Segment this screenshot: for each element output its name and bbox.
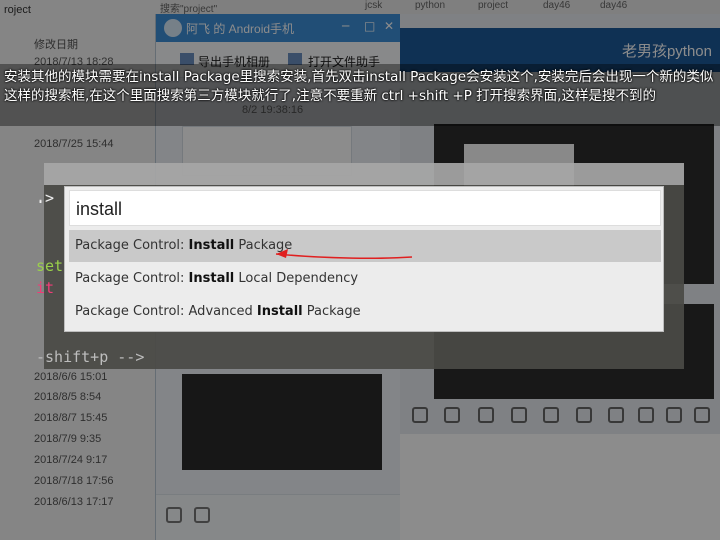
item-suffix: Local Dependency [234,271,359,286]
command-palette: install Package Control: Install Package… [64,186,664,332]
command-palette-input[interactable]: install [69,190,661,226]
item-match: Install [256,304,303,319]
palette-item-install-package[interactable]: Package Control: Install Package [69,230,661,262]
code-text: set [36,257,64,275]
palette-item-advanced-install-package[interactable]: Package Control: Advanced Install Packag… [69,296,661,328]
item-match: Install [188,238,235,253]
item-prefix: Package Control: [75,238,189,253]
code-line: it [36,279,54,297]
item-suffix: Package [234,238,293,253]
annotation-text: 安装其他的模块需要在install Package里搜索安装,首先双击insta… [4,69,714,104]
palette-item-install-local-dependency[interactable]: Package Control: Install Local Dependenc… [69,263,661,295]
code-text: .> [36,189,55,207]
code-text: it [36,279,55,297]
item-match: Install [188,271,235,286]
code-line: set [36,257,63,275]
code-line: -shift+p --> [36,348,144,366]
code-text: -shift+p --> [36,348,145,366]
item-prefix: Package Control: [75,271,189,286]
code-line: .> [36,189,54,207]
item-suffix: Package [302,304,361,319]
editor-tab-strip [44,163,684,185]
item-prefix: Package Control: Advanced [75,304,257,319]
